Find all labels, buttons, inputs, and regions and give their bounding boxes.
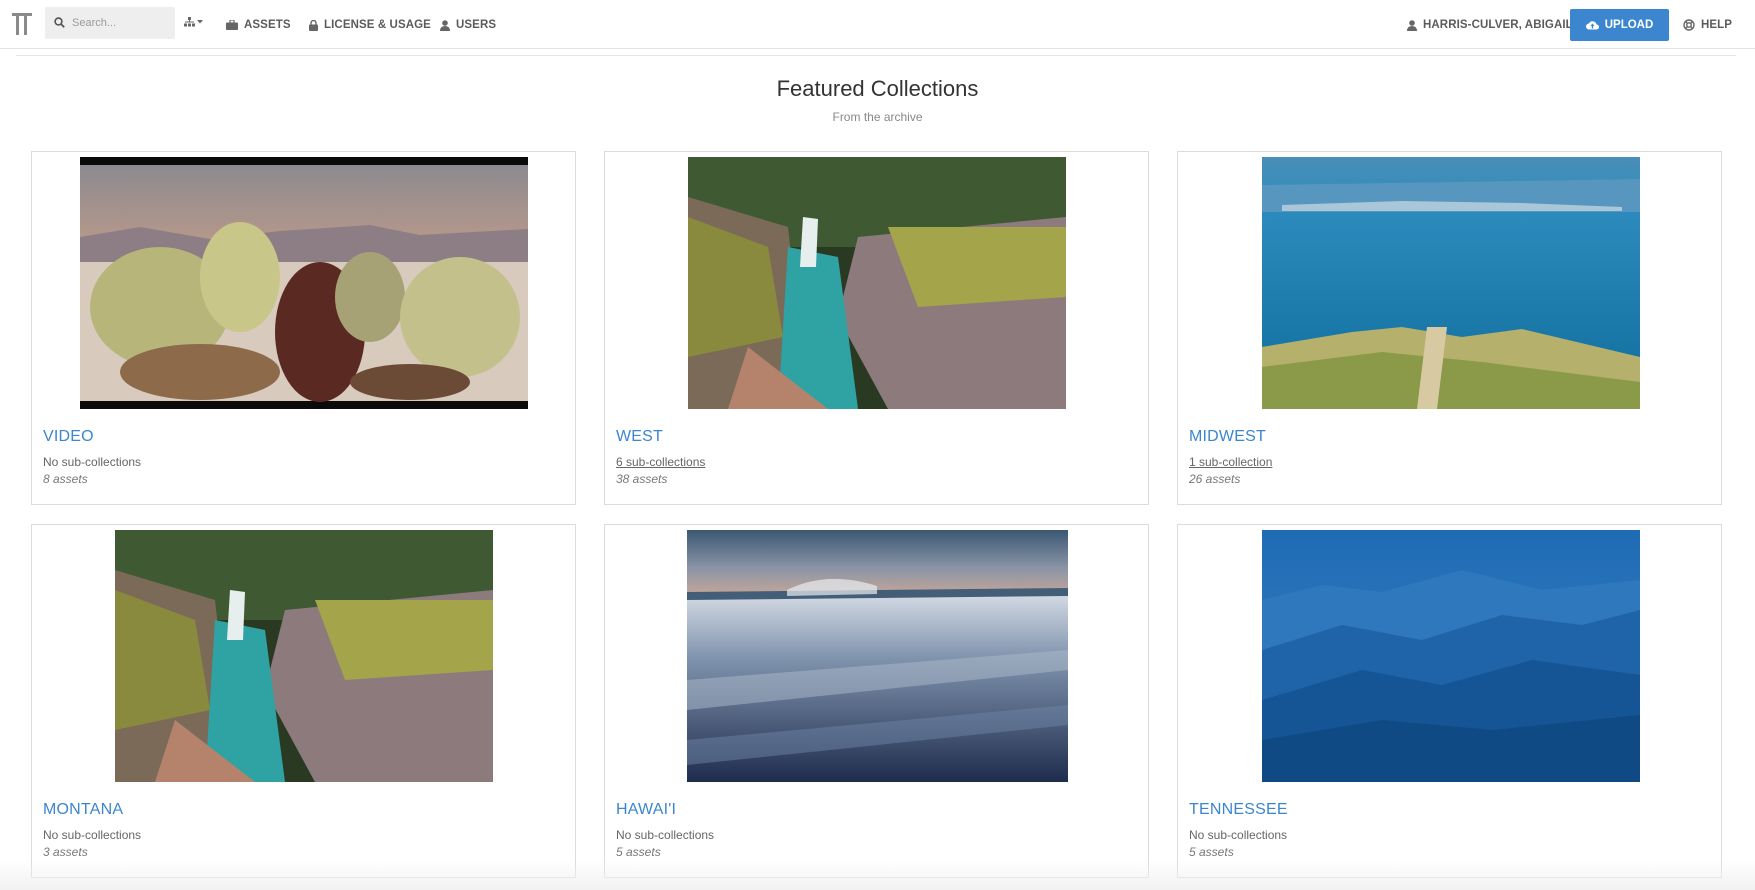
collection-card[interactable]: WEST 6 sub-collections 38 assets bbox=[604, 151, 1149, 505]
nav-license-label: LICENSE & USAGE bbox=[324, 19, 431, 31]
collection-title[interactable]: TENNESSEE bbox=[1189, 801, 1288, 819]
sitemap-icon bbox=[184, 17, 195, 27]
hierarchy-menu[interactable] bbox=[184, 17, 203, 27]
nav-license-usage[interactable]: LICENSE & USAGE bbox=[309, 14, 431, 36]
assets-count: 5 assets bbox=[1189, 845, 1234, 859]
search-input[interactable] bbox=[72, 7, 170, 39]
divider bbox=[16, 55, 1736, 56]
collection-title[interactable]: WEST bbox=[616, 428, 663, 446]
collection-thumbnail[interactable] bbox=[1262, 530, 1640, 782]
user-account-menu[interactable]: HARRIS-CULVER, ABIGAIL bbox=[1407, 14, 1573, 36]
collection-title[interactable]: HAWAI'I bbox=[616, 801, 676, 819]
collection-card[interactable]: TENNESSEE No sub-collections 5 assets bbox=[1177, 524, 1722, 878]
nav-users-label: USERS bbox=[456, 19, 497, 31]
assets-count: 38 assets bbox=[616, 472, 668, 486]
collection-thumbnail[interactable] bbox=[688, 157, 1066, 409]
user-name: HARRIS-CULVER, ABIGAIL bbox=[1423, 19, 1573, 31]
help-link[interactable]: HELP bbox=[1683, 14, 1732, 36]
collection-card[interactable]: MONTANA No sub-collections 3 assets bbox=[31, 524, 576, 878]
caret-down-icon bbox=[197, 20, 203, 24]
nav-assets-label: ASSETS bbox=[244, 19, 291, 31]
assets-count: 5 assets bbox=[616, 845, 661, 859]
user-icon bbox=[440, 19, 450, 31]
assets-count: 8 assets bbox=[43, 472, 88, 486]
collection-thumbnail[interactable] bbox=[1262, 157, 1640, 409]
collection-card[interactable]: MIDWEST 1 sub-collection 26 assets bbox=[1177, 151, 1722, 505]
blue-ridges-image bbox=[1262, 530, 1640, 782]
assets-count: 26 assets bbox=[1189, 472, 1241, 486]
collection-thumbnail[interactable] bbox=[80, 157, 528, 409]
cloud-upload-icon bbox=[1585, 21, 1599, 30]
page-subtitle: From the archive bbox=[832, 110, 923, 124]
ocean-surf-image bbox=[687, 530, 1068, 782]
sub-collections-link[interactable]: 6 sub-collections bbox=[616, 455, 705, 469]
briefcase-icon bbox=[226, 20, 238, 30]
top-navbar: ASSETS LICENSE & USAGE USERS HARRIS-CULV… bbox=[0, 0, 1755, 49]
collection-thumbnail[interactable] bbox=[115, 530, 493, 782]
app-logo[interactable] bbox=[12, 13, 32, 35]
search-box[interactable] bbox=[45, 7, 175, 39]
user-icon bbox=[1407, 19, 1417, 31]
sub-collections-count: No sub-collections bbox=[1189, 828, 1288, 842]
nav-assets[interactable]: ASSETS bbox=[226, 14, 291, 36]
upload-button[interactable]: UPLOAD bbox=[1570, 9, 1669, 41]
search-icon bbox=[54, 17, 65, 28]
collection-card[interactable]: HAWAI'I No sub-collections 5 assets bbox=[604, 524, 1149, 878]
lake-dunes-image bbox=[1262, 157, 1640, 409]
canyon-creek-image bbox=[115, 530, 493, 782]
canyon-creek-image bbox=[688, 157, 1066, 409]
collection-title[interactable]: MIDWEST bbox=[1189, 428, 1266, 446]
page-title: Featured Collections bbox=[776, 76, 979, 101]
sub-collections-count: No sub-collections bbox=[43, 828, 142, 842]
collection-title[interactable]: VIDEO bbox=[43, 428, 94, 446]
nav-users[interactable]: USERS bbox=[440, 14, 496, 36]
help-label: HELP bbox=[1701, 19, 1733, 31]
lock-icon bbox=[309, 19, 318, 31]
collection-title[interactable]: MONTANA bbox=[43, 801, 123, 819]
lifebuoy-icon bbox=[1683, 19, 1695, 31]
upload-label: UPLOAD bbox=[1604, 19, 1654, 31]
sub-collections-count: No sub-collections bbox=[616, 828, 715, 842]
bottom-fade bbox=[0, 860, 1755, 890]
sub-collections-count: No sub-collections bbox=[43, 455, 142, 469]
sub-collections-link[interactable]: 1 sub-collection bbox=[1189, 455, 1272, 469]
collection-thumbnail[interactable] bbox=[687, 530, 1068, 782]
collection-card[interactable]: VIDEO No sub-collections 8 assets bbox=[31, 151, 576, 505]
cactus-desert-image bbox=[80, 157, 528, 409]
assets-count: 3 assets bbox=[43, 845, 88, 859]
